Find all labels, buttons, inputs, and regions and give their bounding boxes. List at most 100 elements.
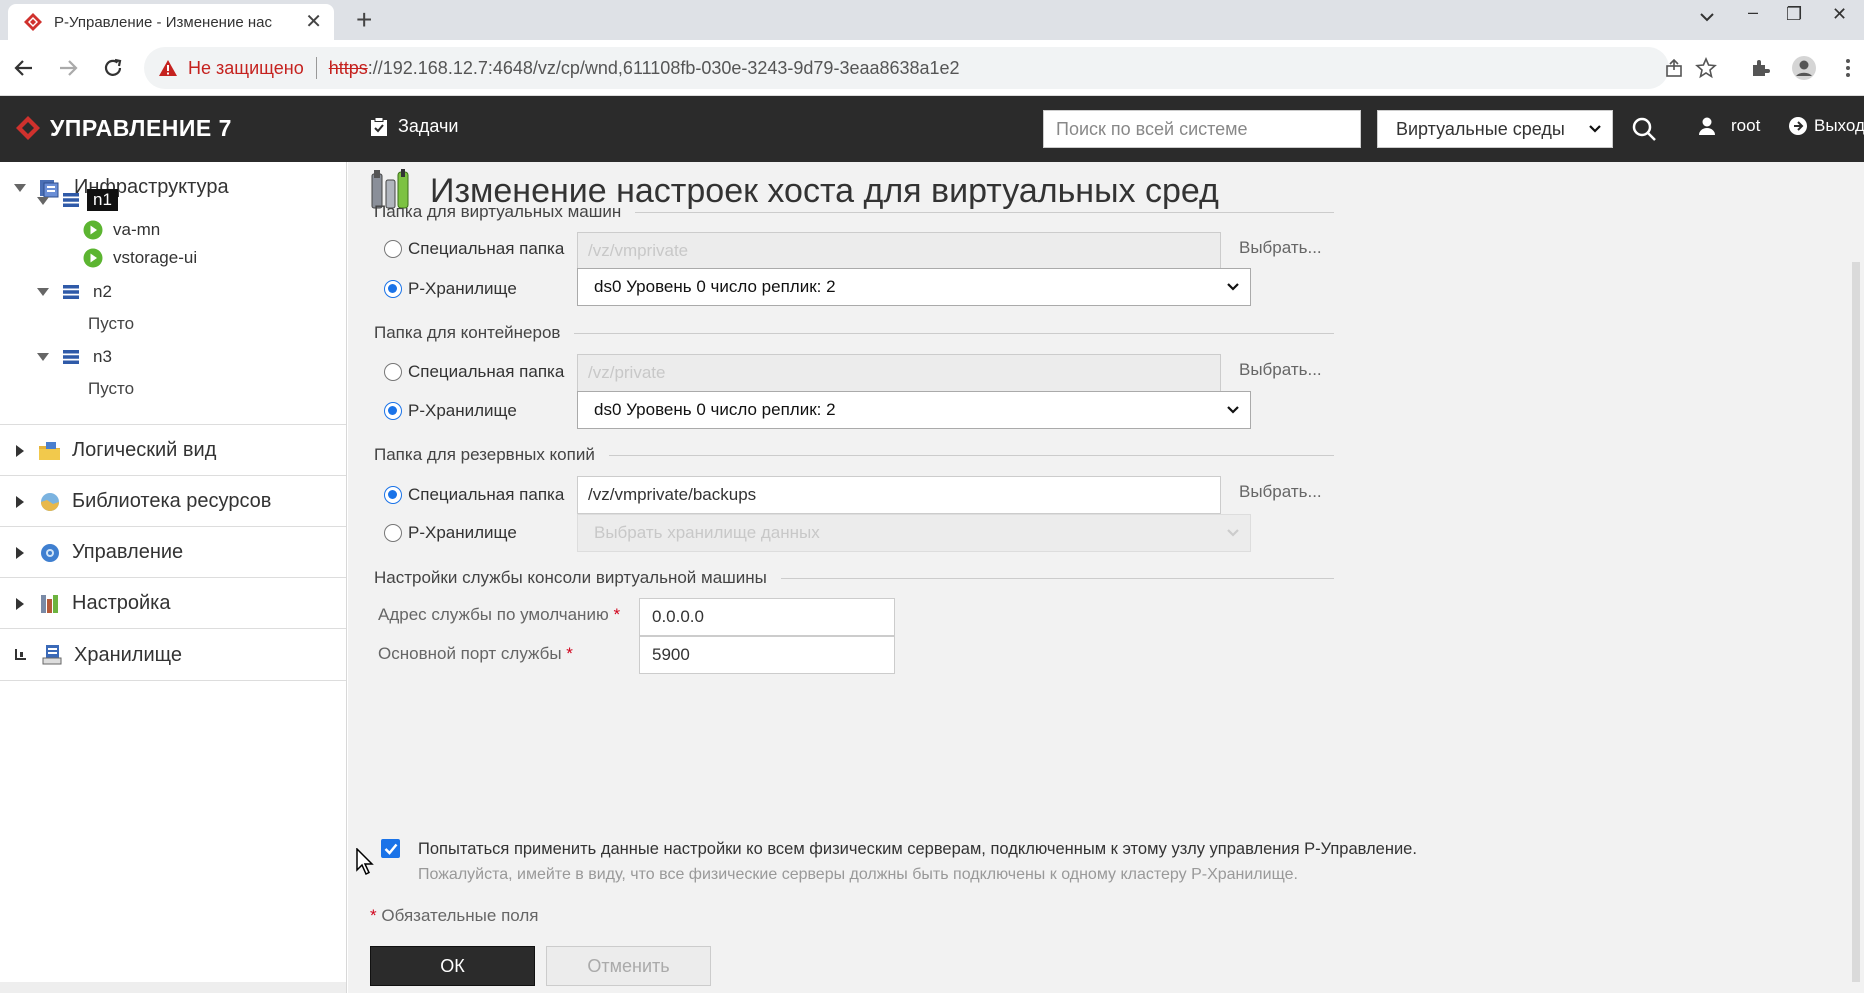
- field-label: Адрес службы по умолчанию: [378, 605, 609, 624]
- url-omnibox[interactable]: Не защищено https://192.168.12.7:4648/vz…: [144, 47, 1669, 89]
- expand-toggle-icon[interactable]: [37, 288, 49, 296]
- vm-browse-button[interactable]: Выбрать...: [1239, 238, 1322, 258]
- security-warning[interactable]: Не защищено: [188, 58, 304, 79]
- vm-custom-folder-input[interactable]: /vz/vmprivate: [577, 232, 1221, 270]
- backup-storage-select[interactable]: Выбрать хранилище данных: [577, 514, 1251, 552]
- required-fields-note: * Обязательные поля: [370, 906, 539, 926]
- backup-custom-folder-input[interactable]: /vz/vmprivate/backups: [577, 476, 1221, 514]
- share-icon[interactable]: [1660, 54, 1688, 82]
- back-icon[interactable]: [10, 54, 38, 82]
- storage-icon: [42, 645, 62, 665]
- global-search-input[interactable]: Поиск по всей системе: [1043, 110, 1361, 148]
- expand-toggle-icon[interactable]: [16, 444, 24, 457]
- empty-label: Пусто: [88, 379, 135, 398]
- cancel-button[interactable]: Отменить: [546, 946, 711, 986]
- ok-button[interactable]: ОК: [370, 946, 535, 986]
- user-menu[interactable]: root: [1697, 116, 1760, 136]
- ct-storage-select[interactable]: ds0 Уровень 0 число реплик: 2: [577, 391, 1251, 429]
- backup-storage-radio[interactable]: [384, 524, 402, 542]
- expand-toggle-icon[interactable]: [16, 495, 24, 508]
- forward-icon[interactable]: [54, 54, 82, 82]
- backup-custom-folder-radio[interactable]: [384, 486, 402, 504]
- tree-node-n3[interactable]: n3: [37, 347, 112, 367]
- ct-storage-option[interactable]: Р-Хранилище: [384, 401, 517, 421]
- tree-logical-view[interactable]: Логический вид: [16, 439, 216, 462]
- main-vertical-scrollbar[interactable]: [1848, 162, 1864, 993]
- vm-storage-option[interactable]: Р-Хранилище: [384, 279, 517, 299]
- extensions-icon[interactable]: [1746, 54, 1774, 82]
- backup-folder-heading: Папка для резервных копий: [374, 445, 1334, 465]
- server-icon: [63, 285, 79, 299]
- restore-icon[interactable]: ❐: [1786, 4, 1802, 25]
- expand-toggle-icon[interactable]: [16, 597, 24, 610]
- required-mark: *: [613, 605, 621, 624]
- expand-toggle-icon[interactable]: [37, 197, 49, 205]
- reload-icon[interactable]: [99, 54, 127, 82]
- vm-custom-folder-radio[interactable]: [384, 240, 402, 258]
- browser-tab[interactable]: Р-Управление - Изменение нас ✕: [8, 4, 334, 40]
- minimize-icon[interactable]: –: [1748, 2, 1758, 23]
- app-header: УПРАВЛЕНИЕ 7 Задачи Поиск по всей систем…: [0, 96, 1864, 162]
- scope-select[interactable]: Виртуальные среды: [1377, 110, 1613, 148]
- expand-toggle-icon[interactable]: [37, 353, 49, 361]
- sidebar-horizontal-scrollbar[interactable]: [0, 982, 346, 993]
- divider: [0, 680, 346, 681]
- clipboard-icon: [371, 116, 387, 136]
- heading-rule: [635, 211, 1334, 213]
- vm-name: va-mn: [113, 220, 161, 239]
- tree-node-n1[interactable]: n1: [37, 189, 118, 211]
- user-icon: [1699, 117, 1715, 135]
- app-logo[interactable]: УПРАВЛЕНИЕ 7: [14, 114, 232, 142]
- section-label: Логический вид: [72, 439, 217, 461]
- port-input[interactable]: 5900: [639, 636, 895, 674]
- ct-browse-button[interactable]: Выбрать...: [1239, 360, 1322, 380]
- tree-storage[interactable]: Хранилище: [14, 643, 182, 667]
- logout-button[interactable]: Выход: [1788, 116, 1864, 136]
- ct-custom-folder-option[interactable]: Специальная папка: [384, 362, 564, 382]
- vm-storage-select[interactable]: ds0 Уровень 0 число реплик: 2: [577, 268, 1251, 306]
- window-close-icon[interactable]: ✕: [1832, 4, 1847, 25]
- new-tab-icon[interactable]: +: [356, 6, 372, 34]
- url-text[interactable]: https://192.168.12.7:4648/vz/cp/wnd,6111…: [329, 58, 960, 79]
- backup-browse-button[interactable]: Выбрать...: [1239, 482, 1322, 502]
- apply-all-checkbox[interactable]: [381, 839, 400, 858]
- vm-custom-folder-option[interactable]: Специальная папка: [384, 239, 564, 259]
- backup-storage-option[interactable]: Р-Хранилище: [384, 523, 517, 543]
- required-mark: *: [370, 906, 377, 925]
- ct-custom-folder-radio[interactable]: [384, 363, 402, 381]
- backup-custom-folder-option[interactable]: Специальная папка: [384, 485, 564, 505]
- tree-vm-vstorage-ui[interactable]: vstorage-ui: [83, 248, 197, 268]
- scrollbar-thumb[interactable]: [1852, 262, 1860, 982]
- port-label: Основной порт службы *: [378, 644, 573, 664]
- bookmark-star-icon[interactable]: [1692, 54, 1720, 82]
- tree-vm-va-mn[interactable]: va-mn: [83, 220, 160, 240]
- tab-close-icon[interactable]: ✕: [305, 12, 322, 32]
- ct-custom-folder-input[interactable]: /vz/private: [577, 354, 1221, 392]
- search-icon[interactable]: [1631, 116, 1657, 142]
- expand-toggle-icon[interactable]: [14, 183, 26, 192]
- apply-all-label: Попытаться применить данные настройки ко…: [418, 840, 1417, 858]
- tasks-button[interactable]: Задачи: [370, 116, 458, 137]
- app-title: УПРАВЛЕНИЕ 7: [50, 114, 232, 141]
- expand-toggle-icon[interactable]: [16, 546, 24, 559]
- section-heading: Папка для контейнеров: [374, 323, 561, 342]
- vm-storage-radio[interactable]: [384, 280, 402, 298]
- tree-empty: Пусто: [88, 314, 134, 334]
- tree-node-n2[interactable]: n2: [37, 282, 112, 302]
- tree-settings[interactable]: Настройка: [16, 592, 170, 615]
- section-heading: Папка для резервных копий: [374, 445, 595, 464]
- url-rest: ://192.168.12.7:4648/vz/cp/wnd,611108fb-…: [367, 57, 960, 78]
- checkmark-icon: [384, 843, 397, 855]
- address-label: Адрес службы по умолчанию *: [378, 605, 620, 625]
- tree-resource-library[interactable]: Библиотека ресурсов: [16, 490, 271, 513]
- browser-menu-icon[interactable]: [1834, 54, 1862, 82]
- address-input[interactable]: 0.0.0.0: [639, 598, 895, 636]
- profile-icon[interactable]: [1790, 54, 1818, 82]
- tab-search-chevron-icon[interactable]: [1698, 8, 1716, 26]
- tree-management[interactable]: Управление: [16, 541, 183, 564]
- brand-logo-icon: [16, 116, 40, 140]
- divider: [0, 628, 346, 629]
- ct-storage-radio[interactable]: [384, 402, 402, 420]
- resource-library-icon: [41, 492, 59, 511]
- vm-name: vstorage-ui: [113, 248, 198, 267]
